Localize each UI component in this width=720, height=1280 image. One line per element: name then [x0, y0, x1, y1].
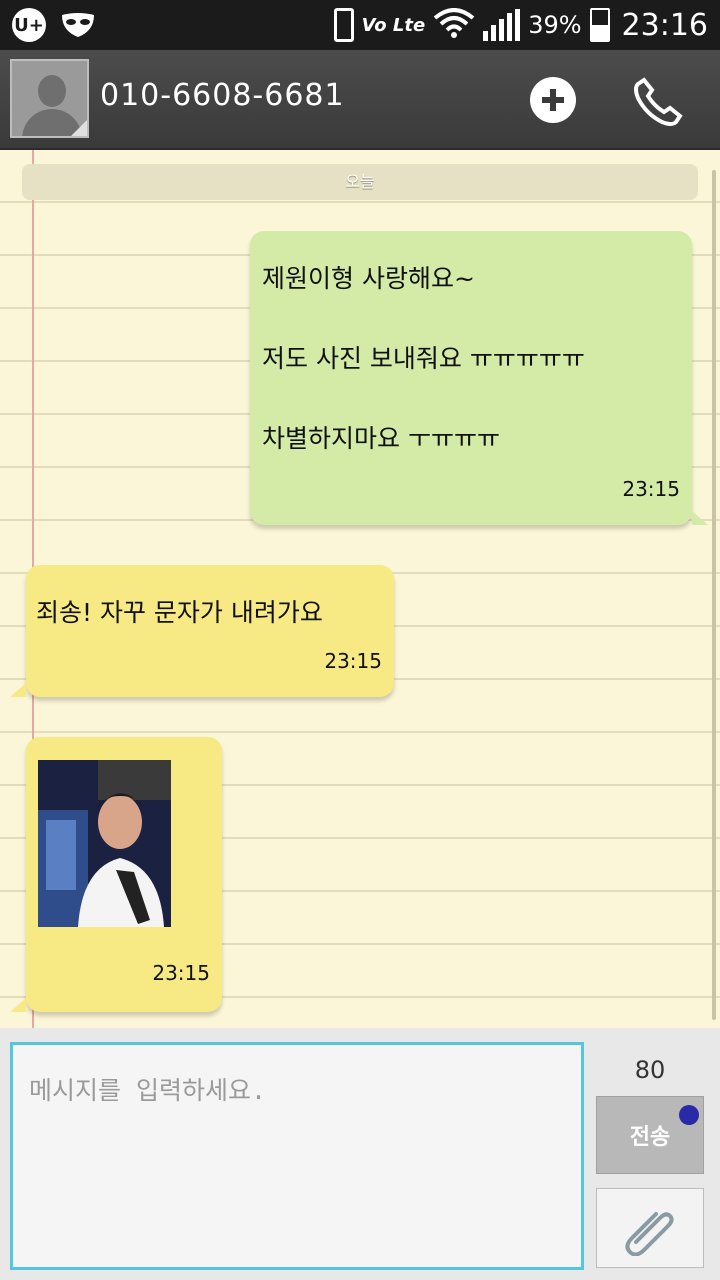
plus-circle-icon — [542, 89, 564, 111]
message-photo[interactable] — [38, 760, 171, 927]
date-divider: 오늘 — [22, 164, 698, 200]
status-bar: U+ Vo Lte 39% 23:16 — [0, 0, 720, 50]
message-time: 23:15 — [622, 477, 680, 501]
send-button-label: 전송 — [629, 1125, 671, 1150]
volte-call-button[interactable] — [628, 70, 700, 130]
paperclip-icon — [625, 1212, 674, 1256]
message-line: 제원이형 사랑해요~ — [262, 264, 475, 293]
compose-area: 80 전송 — [0, 1028, 720, 1280]
battery-percent: 39% — [528, 11, 582, 39]
conversation-header: 010-6608-6681 — [0, 50, 720, 150]
avatar-corner-icon — [71, 120, 87, 136]
volte-indicator: Vo Lte — [361, 14, 426, 36]
contact-avatar[interactable] — [10, 59, 89, 138]
send-button[interactable]: 전송 — [596, 1096, 704, 1174]
message-time: 23:15 — [152, 961, 210, 985]
message-line: 저도 사진 보내줘요 ㅠㅠㅠㅠㅠ — [262, 344, 585, 373]
mask-icon — [60, 8, 96, 42]
avatar-head-shape — [38, 75, 66, 107]
character-counter: 80 — [634, 1056, 666, 1084]
scrollbar[interactable] — [712, 170, 716, 1020]
send-indicator-dot — [679, 1105, 699, 1125]
message-time: 23:15 — [324, 649, 382, 673]
contact-name: 010-6608-6681 — [100, 78, 345, 113]
attach-button[interactable] — [596, 1188, 704, 1268]
signal-icon — [483, 9, 521, 41]
add-contact-button[interactable] — [530, 77, 576, 123]
outgoing-message-bubble[interactable]: 제원이형 사랑해요~ 저도 사진 보내줘요 ㅠㅠㅠㅠㅠ 차별하지마요 ㅜㅠㅠㅠ … — [250, 231, 708, 525]
message-line: 죄송! 자꾸 문자가 내려가요 — [36, 598, 323, 627]
clock: 23:16 — [621, 7, 708, 43]
phone-icon — [634, 77, 683, 126]
vibrate-phone-icon — [333, 8, 354, 42]
battery-icon — [589, 8, 610, 42]
carrier-icon: U+ — [12, 8, 46, 42]
incoming-message-bubble[interactable]: 죄송! 자꾸 문자가 내려가요 23:15 — [10, 565, 394, 697]
message-input-box[interactable] — [10, 1042, 584, 1270]
wifi-icon — [433, 8, 475, 42]
message-input[interactable] — [13, 1045, 581, 1267]
message-line: 차별하지마요 ㅜㅠㅠㅠ — [262, 424, 500, 453]
